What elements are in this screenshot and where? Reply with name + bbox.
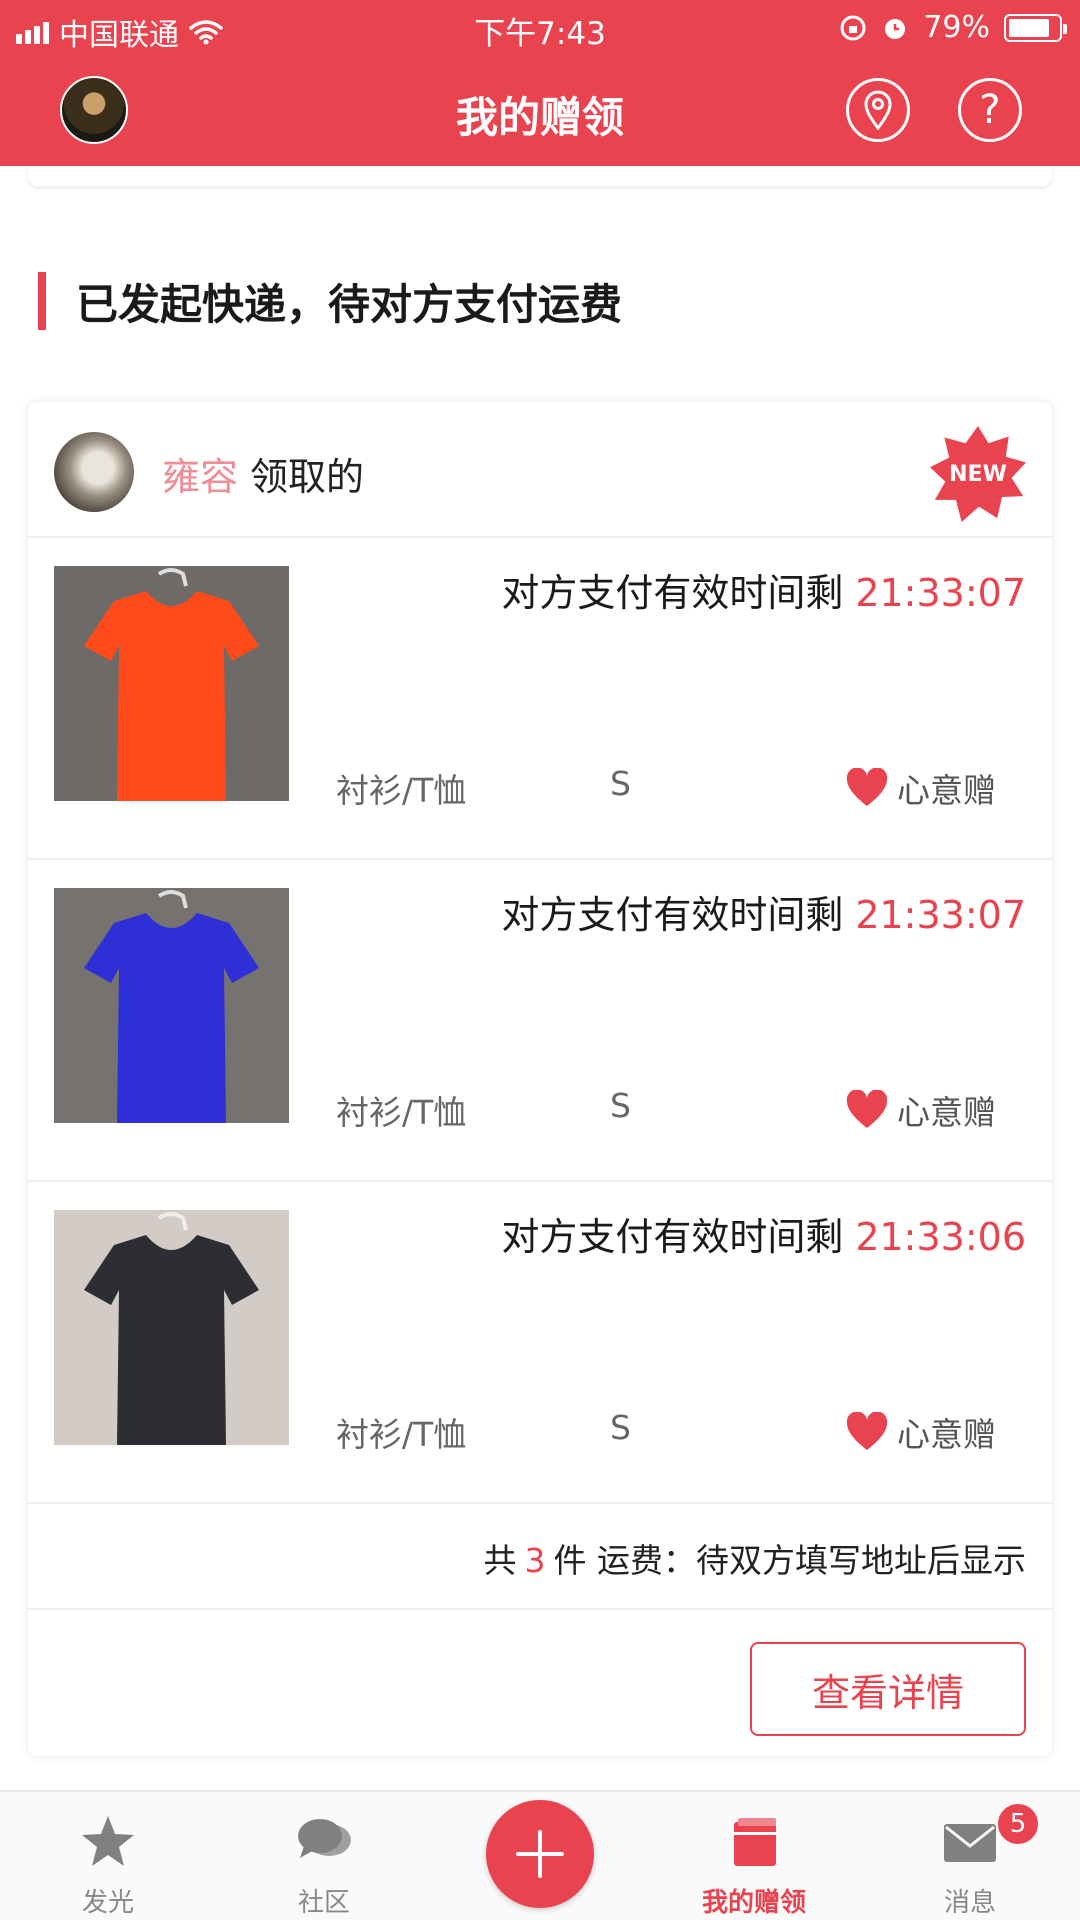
battery-percent: 79% bbox=[923, 10, 990, 45]
receiver-name[interactable]: 雍容 bbox=[162, 455, 238, 499]
countdown-timer: 21:33:06 bbox=[855, 1215, 1026, 1259]
item-size: S bbox=[610, 764, 631, 803]
chat-bubbles-icon bbox=[298, 1819, 351, 1858]
top-bar: 中国联通 下午7:43 79% 我的赠领 ? bbox=[0, 0, 1080, 166]
item-photo bbox=[54, 566, 289, 801]
location-button[interactable] bbox=[846, 78, 910, 142]
tab-label: 消息 bbox=[943, 1888, 996, 1918]
gift-type: 心意赠 bbox=[897, 771, 996, 810]
item-row[interactable]: 对方支付有效时间剩 21:33:07 衬衫/T恤 S 心意赠 bbox=[28, 538, 1052, 860]
new-badge: NEW bbox=[930, 426, 1026, 522]
item-count: 3 bbox=[524, 1541, 546, 1580]
heart-icon bbox=[846, 768, 888, 806]
tab-label: 我的赠领 bbox=[701, 1888, 806, 1918]
tab-label: 社区 bbox=[297, 1888, 350, 1918]
receiver-row: 雍容 领取的 NEW bbox=[28, 402, 1052, 538]
add-button[interactable] bbox=[486, 1800, 594, 1908]
item-size: S bbox=[610, 1408, 631, 1447]
item-row[interactable]: 对方支付有效时间剩 21:33:07 衬衫/T恤 S 心意赠 bbox=[28, 860, 1052, 1182]
item-category: 衬衫/T恤 bbox=[336, 1093, 467, 1132]
help-question-icon: ? bbox=[979, 87, 1001, 133]
section-title: 已发起快递，待对方支付运费 bbox=[76, 279, 623, 329]
item-category: 衬衫/T恤 bbox=[336, 771, 467, 810]
order-card: 雍容 领取的 NEW 对方支付有效时间剩 21:33:07 衬衫/T恤 S 心意赠 bbox=[28, 402, 1052, 1756]
countdown-timer: 21:33:07 bbox=[855, 571, 1026, 615]
help-button[interactable]: ? bbox=[958, 78, 1022, 142]
item-photo bbox=[54, 888, 289, 1123]
envelope-icon bbox=[944, 1824, 996, 1862]
plus-icon bbox=[516, 1830, 564, 1878]
previous-card-edge bbox=[28, 166, 1052, 186]
receiver-suffix: 领取的 bbox=[250, 455, 365, 499]
timer-label: 对方支付有效时间剩 bbox=[501, 893, 844, 937]
section-header: 已发起快递，待对方支付运费 bbox=[38, 272, 622, 330]
gift-type: 心意赠 bbox=[897, 1415, 996, 1454]
timer-label: 对方支付有效时间剩 bbox=[501, 571, 844, 615]
item-row[interactable]: 对方支付有效时间剩 21:33:06 衬衫/T恤 S 心意赠 bbox=[28, 1182, 1052, 1504]
summary-prefix: 共 bbox=[483, 1541, 517, 1580]
summary-suffix: 件 运费：待双方填写地址后显示 bbox=[553, 1541, 1027, 1580]
tab-community[interactable]: 社区 bbox=[254, 1810, 394, 1920]
battery-icon bbox=[1004, 13, 1067, 42]
rotation-lock-icon bbox=[840, 15, 866, 40]
tab-faguang[interactable]: 发光 bbox=[38, 1810, 178, 1920]
gift-book-icon bbox=[734, 1818, 776, 1866]
tab-my-gifts[interactable]: 我的赠领 bbox=[684, 1810, 824, 1920]
countdown-timer: 21:33:07 bbox=[855, 893, 1026, 937]
heart-icon bbox=[846, 1412, 888, 1450]
page-title: 我的赠领 bbox=[455, 93, 624, 142]
message-count-badge: 5 bbox=[996, 1802, 1040, 1846]
star-icon bbox=[82, 1816, 134, 1866]
tab-label: 发光 bbox=[81, 1888, 134, 1918]
section-accent-bar bbox=[38, 272, 46, 330]
heart-icon bbox=[846, 1090, 888, 1128]
timer-label: 对方支付有效时间剩 bbox=[501, 1215, 844, 1259]
alarm-icon bbox=[885, 18, 906, 39]
nav-bar: 我的赠领 ? bbox=[0, 54, 1080, 166]
gift-type: 心意赠 bbox=[897, 1093, 996, 1132]
receiver-avatar[interactable] bbox=[54, 432, 134, 512]
order-summary: 共3件 运费：待双方填写地址后显示 bbox=[28, 1504, 1052, 1610]
item-category: 衬衫/T恤 bbox=[336, 1415, 467, 1454]
item-size: S bbox=[610, 1086, 631, 1125]
status-bar: 中国联通 下午7:43 79% bbox=[0, 0, 1080, 54]
item-photo bbox=[54, 1210, 289, 1445]
location-pin-icon bbox=[864, 90, 892, 130]
view-details-button[interactable]: 查看详情 bbox=[750, 1642, 1026, 1736]
